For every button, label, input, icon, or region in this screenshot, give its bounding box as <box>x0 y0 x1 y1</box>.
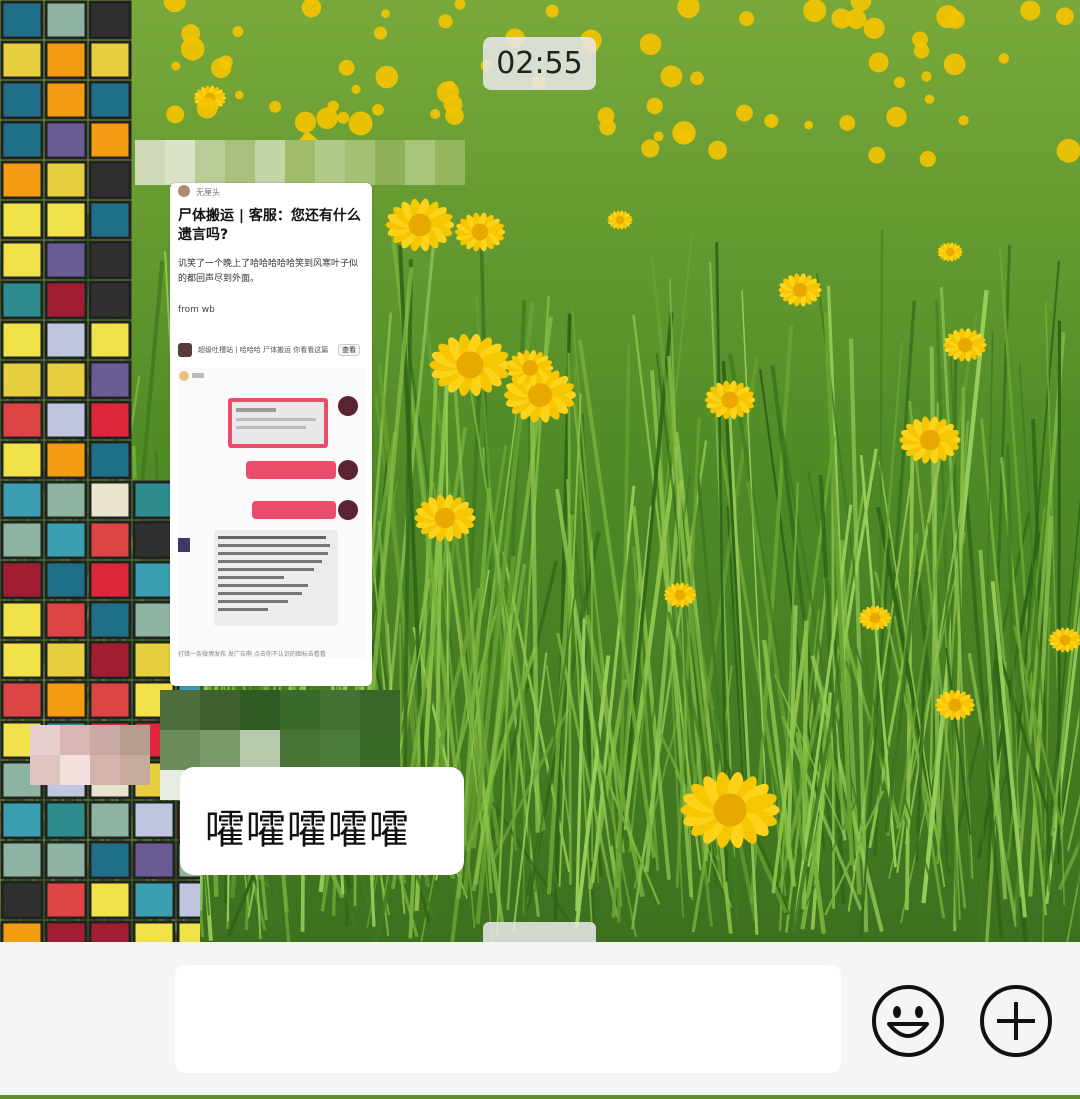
message-bubble[interactable]: 嚯嚯嚯嚯嚯 <box>180 767 464 875</box>
card-author: 无厘头 <box>196 188 220 197</box>
message-input[interactable] <box>175 965 841 1073</box>
share-text: 超级吐槽站 | 哈哈哈 尸体搬运 你看看这篇... <box>198 346 328 354</box>
card-body: 讥笑了一个晚上了哈哈哈哈哈笑到风寒叶子似的都回声尽到外面。 <box>178 259 359 284</box>
sender-name-pixelated <box>135 140 465 185</box>
author-avatar <box>178 185 190 197</box>
card-share-row: 超级吐槽站 | 哈哈哈 尸体搬运 你看看这篇... 查看 <box>178 341 364 363</box>
smiley-icon[interactable] <box>871 984 945 1058</box>
shared-article-card[interactable]: 无厘头 尸体搬运 | 客服：您还有什么遗言吗? 讥笑了一个晚上了哈哈哈哈哈笑到风… <box>170 183 372 686</box>
card-source: from wb <box>178 305 215 315</box>
card-title: 尸体搬运 | 客服：您还有什么遗言吗? <box>178 208 361 243</box>
card-footer: 打错一条微博发布 发广告啊 点击你不认识的图标去看看 <box>178 651 326 658</box>
card-screenshot <box>178 368 366 658</box>
share-avatar <box>178 343 192 357</box>
timestamp-badge: 02:55 <box>483 37 596 90</box>
plus-circle-icon[interactable] <box>979 984 1053 1058</box>
message-text: 嚯嚯嚯嚯嚯 <box>205 807 410 853</box>
share-button[interactable]: 查看 <box>338 344 360 356</box>
